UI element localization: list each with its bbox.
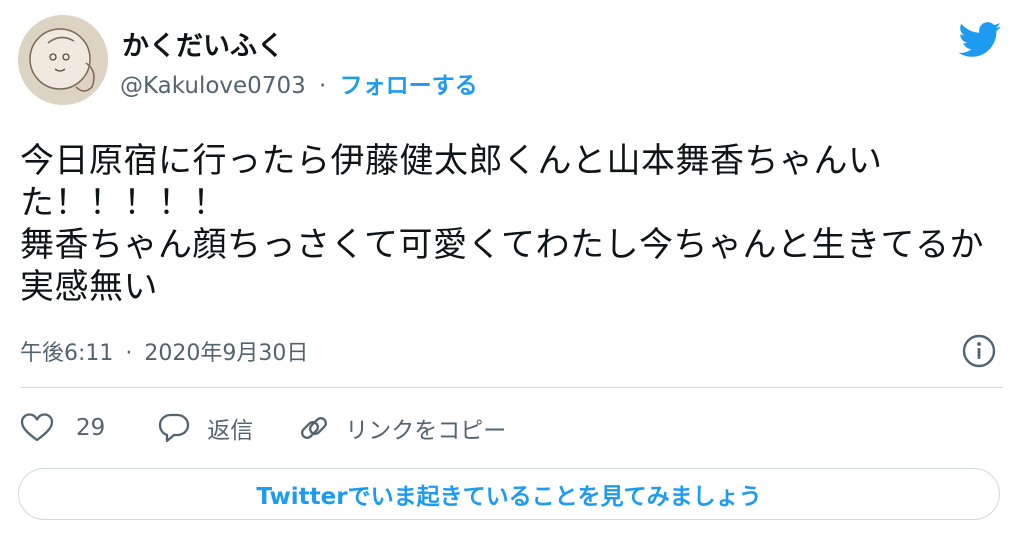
follow-button[interactable]: フォローする xyxy=(340,73,478,99)
tweet-date: 2020年9月30日 xyxy=(144,341,309,366)
like-button[interactable]: 29 xyxy=(20,412,105,444)
like-count: 29 xyxy=(76,415,106,441)
link-icon xyxy=(297,411,331,445)
reply-label: 返信 xyxy=(207,418,254,444)
explore-twitter-button[interactable]: Twitterでいま起きていることを見てみましょう xyxy=(18,468,1000,520)
heart-icon xyxy=(20,412,54,444)
handle-separator: · xyxy=(319,73,327,99)
author-display-name[interactable]: かくだいふく xyxy=(122,24,284,63)
timestamp-separator: · xyxy=(125,341,133,366)
author-handle-row: @Kakulove0703 · フォローする xyxy=(120,66,478,100)
reply-button[interactable]: 返信 xyxy=(157,411,253,445)
divider xyxy=(20,387,1003,388)
copy-link-label: リンクをコピー xyxy=(345,418,507,444)
copy-link-button[interactable]: リンクをコピー xyxy=(297,411,506,445)
twitter-bird-icon[interactable] xyxy=(958,22,1002,58)
reply-bubble-icon xyxy=(157,412,191,444)
tweet-text: 今日原宿に行ったら伊藤健太郎くんと山本舞香ちゃんいた！！！！！ 舞香ちゃん顔ちっ… xyxy=(20,141,984,307)
tweet-time: 午後6:11 xyxy=(20,341,114,366)
author-handle[interactable]: @Kakulove0703 xyxy=(120,73,306,99)
action-bar: 29 返信 リンクをコピー xyxy=(20,408,506,448)
avatar[interactable] xyxy=(18,15,108,105)
info-icon[interactable] xyxy=(961,333,997,369)
tweet-timestamp[interactable]: 午後6:11 · 2020年9月30日 xyxy=(20,335,308,367)
